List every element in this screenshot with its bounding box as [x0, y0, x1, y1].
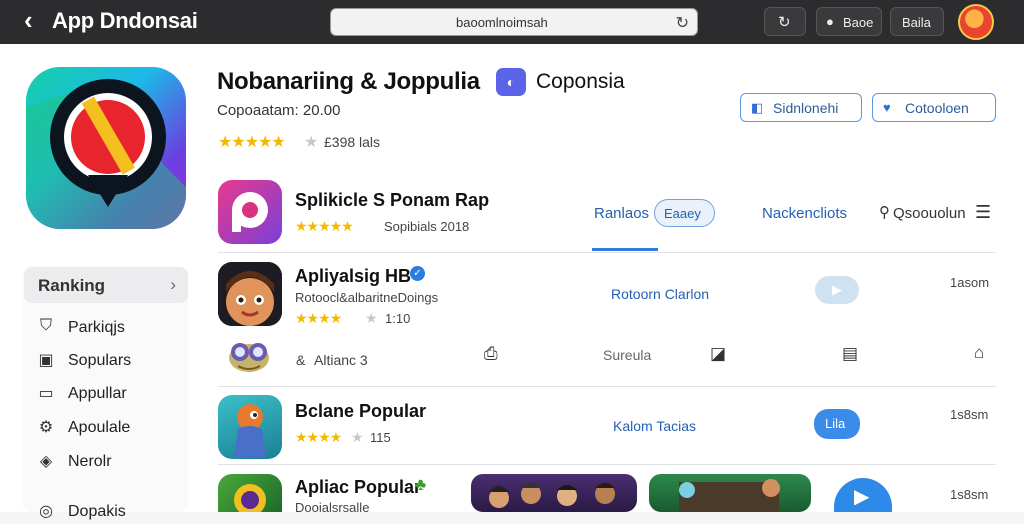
list-icon[interactable]: ☰ [975, 202, 991, 223]
sidebar-item-sopulars[interactable]: ▣ Sopulars [36, 349, 186, 373]
sub-label: Altianc 3 [314, 352, 368, 368]
rating-stars: ★★★★★ [218, 134, 286, 151]
screenshot-thumbnail[interactable] [649, 474, 811, 512]
clover-icon: ♣ [415, 475, 427, 494]
app-title: App Dndonsai [52, 8, 198, 33]
play-button[interactable]: ▶ [815, 276, 859, 304]
apple-icon: ● [826, 14, 834, 29]
sidebar-item-appullar[interactable]: ▭ Appullar [36, 382, 186, 406]
row-title[interactable]: Bclane Popular [295, 401, 426, 422]
sub-prefix: & [296, 352, 306, 368]
verified-icon: ✓ [410, 266, 425, 281]
row-stars: ★★★★ [295, 310, 342, 326]
play-icon: ▶ [832, 282, 842, 297]
app-icon[interactable] [218, 395, 282, 459]
developer-icon[interactable]: ◐ [496, 68, 526, 96]
row-title[interactable]: Apliyalsig HB [295, 266, 411, 287]
row-stars: ★★★★ [295, 429, 342, 445]
tab-qsoouolun[interactable]: Qsoouolun [893, 205, 966, 222]
row-stars: ★★★★★ [295, 218, 354, 234]
window-icon: ▭ [38, 385, 54, 402]
app-icon[interactable] [218, 262, 282, 326]
home-icon[interactable]: ⌂ [974, 343, 984, 363]
row-link[interactable]: Rotoorn Clarlon [611, 286, 709, 302]
shield-outline-icon: ◈ [39, 453, 53, 470]
chevron-left-icon[interactable]: ‹ [24, 7, 44, 34]
gear-icon: ⚙ [38, 419, 54, 436]
app-version: Copoaatam: 20.00 [217, 102, 341, 119]
tab-ranlaos[interactable]: Ranlaos [594, 205, 649, 222]
avatar[interactable] [958, 4, 994, 40]
document-icon[interactable]: ▤ [842, 344, 858, 364]
share-icon: ◧ [751, 100, 764, 115]
divider [218, 252, 996, 253]
row-tag: Sureula [603, 347, 652, 363]
divider [218, 464, 996, 465]
tab-nackencliots[interactable]: Nackencliots [762, 205, 847, 222]
row-size: 1asom [950, 275, 990, 290]
row-star-empty: ★ [365, 310, 378, 326]
row-star-empty: ★ [351, 429, 364, 445]
search-icon: ⚲ [879, 204, 890, 221]
refresh-button[interactable]: ↻ [764, 7, 806, 36]
sidebar-item-apoulale[interactable]: ⚙ Apoulale [36, 416, 186, 440]
share-button[interactable]: ◧ Sidnlonehi [740, 93, 862, 122]
sidebar-item-dopakis[interactable]: ◎ Dopakis [36, 500, 186, 524]
clipboard-icon[interactable]: ⎙ [484, 344, 498, 364]
row-size: 1s8sm [950, 407, 989, 422]
tab-indicator [592, 248, 658, 251]
row-title[interactable]: Apliac Popular [295, 477, 421, 498]
play-icon: ▶ [854, 486, 870, 508]
divider [218, 386, 996, 387]
search-bar[interactable]: baoomlnoimsah ↻ [330, 8, 698, 36]
shield-icon: ⛉ [39, 317, 52, 334]
sidebar-header[interactable]: Ranking › [24, 267, 188, 303]
row-subtitle: Dooialsrsalle [295, 500, 370, 515]
chevron-right-icon: › [170, 275, 176, 294]
screenshot-thumbnail[interactable] [471, 474, 637, 512]
sidebar-item-nerolr[interactable]: ◈ Nerolr [36, 450, 186, 474]
refresh-icon: ↻ [778, 14, 791, 31]
get-button[interactable]: Lila [814, 409, 860, 439]
follow-button[interactable]: ♥ Cotooloen [872, 93, 996, 122]
circle-icon: ◎ [39, 503, 53, 520]
edit-icon[interactable]: ◪ [710, 344, 726, 364]
sidebar-item-parkiqjs[interactable]: ⛉ Parkiqjs [36, 316, 186, 340]
account-button[interactable]: ● Baoe [816, 7, 882, 36]
app-icon-small[interactable] [226, 338, 272, 374]
rating-count: £398 lals [324, 134, 381, 150]
title-bar: ‹ App Dndonsai baoomlnoimsah ↻ ↻ ● Baoe … [0, 0, 1024, 44]
search-input[interactable]: baoomlnoimsah [456, 15, 548, 30]
lock-icon: ▣ [38, 352, 54, 369]
reload-icon[interactable]: ↻ [676, 13, 689, 33]
tab-badge[interactable]: Eaaey [654, 199, 715, 227]
developer-name[interactable]: Coponsia [536, 70, 625, 94]
row-size: 1s8sm [950, 487, 989, 502]
app-icon[interactable] [218, 474, 282, 512]
app-icon[interactable] [218, 180, 282, 244]
row-meta: Sopibials 2018 [384, 219, 470, 234]
bird-icon: ♥ [883, 100, 891, 115]
row-meta: 115 [370, 430, 391, 445]
rating-star-empty: ★ [304, 134, 318, 151]
row-title[interactable]: Splikicle S Ponam Rap [295, 190, 489, 211]
row-subtitle: Rotoocl&albaritneDoings [295, 290, 439, 305]
app-name: Nobanariing & Joppulia [217, 68, 480, 95]
row-meta: 1:10 [385, 311, 411, 326]
app-icon-large [26, 67, 186, 229]
menu-button[interactable]: Baila [890, 7, 944, 36]
sidebar: Ranking › ⛉ Parkiqjs ▣ Sopulars ▭ Appull… [22, 266, 188, 520]
row-link[interactable]: Kalom Tacias [613, 418, 696, 434]
